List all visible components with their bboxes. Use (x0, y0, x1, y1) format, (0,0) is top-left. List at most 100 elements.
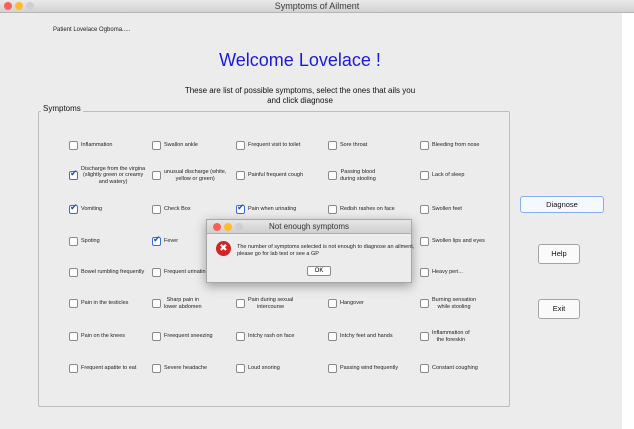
diagnose-button[interactable]: Diagnose (520, 196, 604, 213)
dialog-message: The number of symptoms selected is not e… (237, 244, 414, 257)
help-button[interactable]: Help (538, 244, 580, 264)
symptom-label-line: Painful frequent cough (248, 172, 304, 179)
symptom-label: Pain during sexual intercourse (248, 297, 293, 310)
symptom-label-line: intercourse (257, 303, 285, 310)
symptom-label: Pain when urinating (248, 206, 296, 213)
symptom-checkbox[interactable] (152, 332, 161, 341)
symptom-label-line: Pain during sexual (248, 297, 294, 303)
symptom-label-line: Pain on the knees (81, 333, 126, 340)
symptom-label-line: yellow or green) (175, 175, 215, 182)
symptom-label: Vomiting (81, 206, 102, 213)
symptom-checkbox[interactable] (328, 332, 337, 341)
symptom-label: Constant coughing (432, 365, 478, 372)
symptom-checkbox[interactable] (328, 171, 337, 180)
symptom-label-line: Inflammation (81, 142, 113, 149)
symptom-checkbox[interactable] (69, 169, 78, 180)
symptom-checkbox[interactable] (69, 141, 78, 150)
symptom-label: Bowel rumbling frequently (81, 269, 144, 276)
symptom-checkbox[interactable] (152, 299, 161, 308)
symptom-label-line: Swallon ankle (164, 142, 198, 149)
symptom-label: Freequent sneezing (164, 333, 213, 340)
symptom-checkbox[interactable] (152, 268, 161, 277)
patient-label: Patient Lovelace Ogboma..... (53, 27, 131, 33)
exit-button[interactable]: Exit (538, 299, 580, 319)
symptom-label-line: Severe headache (164, 365, 208, 372)
dialog-titlebar: Not enough symptoms (207, 220, 411, 234)
symptom-checkbox[interactable] (236, 299, 245, 308)
symptom-checkbox[interactable] (69, 332, 78, 341)
symptom-label-line: Hangover (340, 300, 364, 307)
window-titlebar: Symptoms of Ailment (0, 0, 634, 13)
symptom-checkbox[interactable] (420, 364, 429, 373)
symptom-checkbox[interactable] (152, 141, 161, 150)
symptom-checkbox[interactable] (420, 332, 429, 341)
symptom-label: Intchy rash on face (248, 333, 294, 340)
symptom-checkbox[interactable] (69, 237, 78, 246)
symptom-label-line: Bleeding from nose (432, 142, 480, 149)
symptom-label-line: Burning sensation (432, 297, 477, 303)
symptom-label: Inflammation of the foreskin (432, 330, 470, 343)
symptom-label: unusual discharge (white, yellow or green… (164, 169, 226, 182)
symptom-label-line: (slightly green or creamy (82, 172, 144, 179)
symptom-checkbox[interactable] (152, 235, 161, 246)
symptom-label: Swollen lips and eyes (432, 238, 485, 245)
symptom-checkbox[interactable] (236, 364, 245, 373)
symptom-label-line: Frequent urinatin (164, 269, 206, 276)
symptom-checkbox[interactable] (328, 141, 337, 150)
symptom-label-line: Loud snoring (248, 365, 280, 372)
symptom-label: Frequent visit to toilet (248, 142, 300, 149)
symptom-label-line: Frequent visit to toilet (248, 142, 301, 149)
symptom-label: Burning sensation while stooling (432, 297, 476, 310)
symptom-checkbox[interactable] (236, 171, 245, 180)
symptom-checkbox[interactable] (328, 205, 337, 214)
error-dialog: Not enough symptoms ✖ The number of symp… (206, 219, 414, 283)
symptom-checkbox[interactable] (69, 364, 78, 373)
symptom-checkbox[interactable] (152, 205, 161, 214)
symptom-checkbox[interactable] (69, 299, 78, 308)
symptom-checkbox[interactable] (328, 364, 337, 373)
window-title: Symptoms of Ailment (274, 1, 360, 11)
symptom-label: Bleeding from nose (432, 142, 479, 149)
symptom-label-line: Passing wind frequently (340, 365, 399, 372)
symptom-label: Passing blood during stooling (340, 169, 376, 182)
dialog-message-line: please go for lab test or see a GP (237, 250, 319, 257)
symptom-label-line: Constant coughing (432, 365, 478, 372)
symptom-label: Fever (164, 238, 178, 245)
symptom-checkbox[interactable] (420, 205, 429, 214)
welcome-heading: Welcome Lovelace ! (219, 50, 381, 70)
ok-button[interactable]: OK (307, 266, 331, 276)
symptom-checkbox[interactable] (328, 299, 337, 308)
symptom-label: Spoting (81, 238, 100, 245)
instructions-line: and click diagnose (267, 96, 333, 105)
symptom-label: Frequent apatite to eat (81, 365, 136, 372)
dialog-title: Not enough symptoms (268, 222, 350, 231)
symptom-checkbox[interactable] (420, 141, 429, 150)
symptom-label: Swollen feet (432, 206, 462, 213)
symptom-label-line: Pain when urinating (248, 206, 297, 213)
symptom-checkbox[interactable] (420, 268, 429, 277)
symptoms-group-title: Symptoms (41, 104, 83, 113)
symptom-checkbox[interactable] (236, 203, 245, 214)
symptom-label: Discharge from the virgina (slightly gree… (81, 166, 145, 186)
symptom-checkbox[interactable] (152, 364, 161, 373)
symptom-label: Passing wind frequently (340, 365, 398, 372)
symptom-label-line: Check Box (164, 206, 191, 213)
symptom-label-line: Sharp pain in (166, 297, 200, 303)
symptom-label-line: Vomiting (81, 206, 103, 213)
symptom-checkbox[interactable] (236, 141, 245, 150)
symptom-checkbox[interactable] (420, 299, 429, 308)
symptom-label-line: Intchy rash on face (248, 333, 295, 340)
symptom-checkbox[interactable] (236, 332, 245, 341)
symptom-label: Hangover (340, 300, 364, 307)
symptom-checkbox[interactable] (420, 237, 429, 246)
symptom-label-line: Spoting (81, 238, 100, 245)
dialog-message-line: The number of symptoms selected is not e… (237, 244, 415, 250)
symptom-label-line: Redish rashes on face (340, 206, 395, 213)
symptom-checkbox[interactable] (420, 171, 429, 180)
symptom-checkbox[interactable] (69, 268, 78, 277)
symptom-checkbox[interactable] (69, 203, 78, 214)
symptom-checkbox[interactable] (152, 171, 161, 180)
symptom-label-line: and watery) (98, 178, 128, 185)
instructions-text: These are list of possible symptoms, sel… (170, 86, 430, 106)
symptom-label-line: Passing blood (340, 169, 376, 175)
